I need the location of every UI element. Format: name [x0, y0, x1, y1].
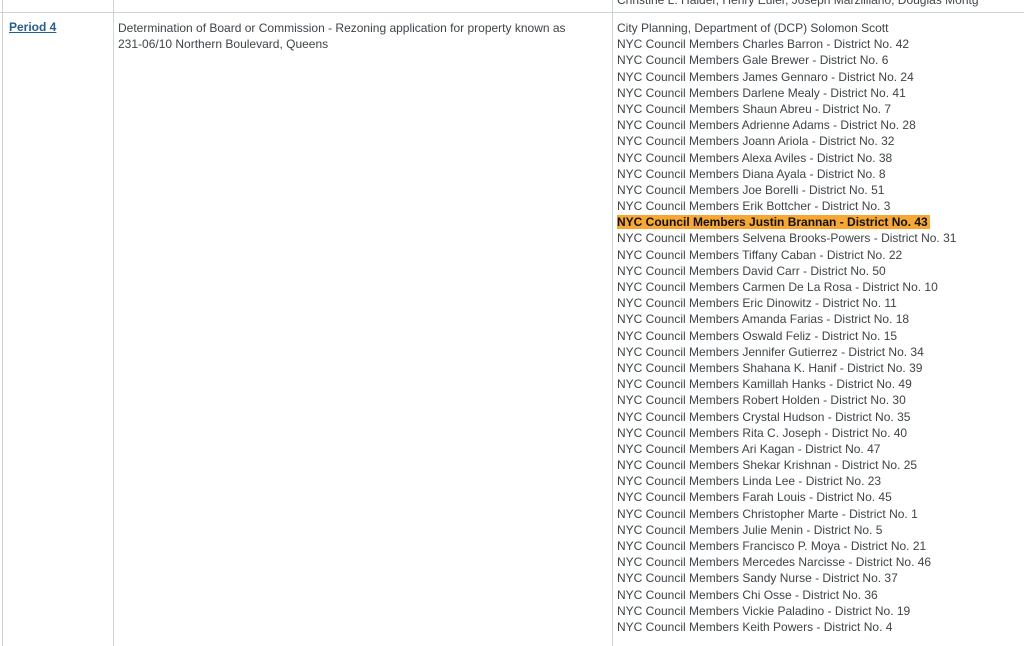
- contact-item: NYC Council Members Joe Borelli - Distri…: [617, 182, 956, 198]
- contact-text: NYC Council Members Shahana K. Hanif - D…: [617, 360, 923, 375]
- contact-item: NYC Council Members Keith Powers - Distr…: [617, 619, 956, 635]
- contact-text: City Planning, Department of (DCP) Solom…: [617, 21, 889, 35]
- contact-item: NYC Council Members Julie Menin - Distri…: [617, 522, 956, 538]
- contact-text: NYC Council Members Selvena Brooks-Power…: [617, 231, 957, 246]
- contact-item: NYC Council Members Sandy Nurse - Distri…: [617, 570, 956, 586]
- contact-text: NYC Council Members Crystal Hudson - Dis…: [617, 409, 911, 424]
- contact-item: NYC Council Members Oswald Feliz - Distr…: [617, 328, 956, 344]
- contact-item: NYC Council Members Farah Louis - Distri…: [617, 489, 956, 505]
- contact-text: NYC Council Members Oswald Feliz - Distr…: [617, 328, 898, 343]
- contact-item: NYC Council Members Mercedes Narcisse - …: [617, 554, 956, 570]
- contact-text: NYC Council Members David Carr - Distric…: [617, 263, 886, 278]
- contact-item: NYC Council Members James Gennaro - Dist…: [617, 69, 956, 85]
- contact-text: NYC Council Members Farah Louis - Distri…: [617, 490, 892, 505]
- contact-item: NYC Council Members Ari Kagan - District…: [617, 441, 956, 457]
- period-link[interactable]: Period 4: [9, 19, 56, 35]
- contact-item: NYC Council Members Diana Ayala - Distri…: [617, 166, 956, 182]
- contact-item: NYC Council Members Tiffany Caban - Dist…: [617, 247, 956, 263]
- row-divider: [0, 12, 1024, 13]
- previous-row-contacts: Christine L. Halder, Henry Euler, Joseph…: [617, 0, 979, 7]
- contact-text: NYC Council Members Sandy Nurse - Distri…: [617, 571, 898, 586]
- contact-text: NYC Council Members Jennifer Gutierrez -…: [617, 344, 924, 359]
- contact-text: NYC Council Members Joann Ariola - Distr…: [617, 134, 895, 149]
- contact-text: NYC Council Members Linda Lee - District…: [617, 474, 882, 489]
- contact-text: NYC Council Members Julie Menin - Distri…: [617, 522, 883, 537]
- results-table: Christine L. Halder, Henry Euler, Joseph…: [0, 0, 1024, 646]
- contact-text: NYC Council Members James Gennaro - Dist…: [617, 69, 914, 84]
- contact-text: NYC Council Members Alexa Aviles - Distr…: [617, 150, 893, 165]
- contact-item: NYC Council Members Vickie Paladino - Di…: [617, 603, 956, 619]
- contact-item: NYC Council Members Adrienne Adams - Dis…: [617, 117, 956, 133]
- contact-text: NYC Council Members Shekar Krishnan - Di…: [617, 458, 918, 473]
- contact-text: NYC Council Members Darlene Mealy - Dist…: [617, 85, 906, 100]
- table-left-border: [2, 0, 3, 646]
- contact-item: NYC Council Members Carmen De La Rosa - …: [617, 279, 956, 295]
- contact-text: NYC Council Members Adrienne Adams - Dis…: [617, 118, 916, 133]
- contact-text: NYC Council Members Eric Dinowitz - Dist…: [617, 296, 897, 311]
- contact-item: NYC Council Members Darlene Mealy - Dist…: [617, 85, 956, 101]
- contact-item: NYC Council Members Charles Barron - Dis…: [617, 36, 956, 52]
- contact-text: NYC Council Members Mercedes Narcisse - …: [617, 555, 932, 570]
- contact-text: NYC Council Members Erik Bottcher - Dist…: [617, 199, 891, 214]
- contact-item: NYC Council Members Francisco P. Moya - …: [617, 538, 956, 554]
- contact-item: NYC Council Members Robert Holden - Dist…: [617, 392, 956, 408]
- contact-item: NYC Council Members Gale Brewer - Distri…: [617, 52, 956, 68]
- contact-item: NYC Council Members Rita C. Joseph - Dis…: [617, 425, 956, 441]
- contact-text: NYC Council Members Shaun Abreu - Distri…: [617, 101, 892, 116]
- contact-text: NYC Council Members Tiffany Caban - Dist…: [617, 247, 903, 262]
- contact-text: NYC Council Members Keith Powers - Distr…: [617, 619, 893, 634]
- contact-item: NYC Council Members Selvena Brooks-Power…: [617, 230, 956, 246]
- column-divider-description: [612, 0, 613, 646]
- contact-text: NYC Council Members Kamillah Hanks - Dis…: [617, 377, 912, 392]
- contact-text: NYC Council Members Charles Barron - Dis…: [617, 37, 910, 52]
- contact-item: NYC Council Members David Carr - Distric…: [617, 263, 956, 279]
- contact-text: NYC Council Members Vickie Paladino - Di…: [617, 603, 911, 618]
- contacts-list: City Planning, Department of (DCP) Solom…: [617, 20, 956, 635]
- contact-text: NYC Council Members Justin Brannan - Dis…: [617, 215, 930, 230]
- contact-item: City Planning, Department of (DCP) Solom…: [617, 20, 956, 36]
- contact-text: NYC Council Members Francisco P. Moya - …: [617, 539, 927, 553]
- contact-text: NYC Council Members Carmen De La Rosa - …: [617, 280, 938, 294]
- item-description: Determination of Board or Commission - R…: [118, 21, 566, 51]
- contact-item: NYC Council Members Erik Bottcher - Dist…: [617, 198, 956, 214]
- contact-text: NYC Council Members Diana Ayala - Distri…: [617, 166, 886, 181]
- contact-item-highlighted: NYC Council Members Justin Brannan - Dis…: [617, 214, 956, 230]
- contact-item: NYC Council Members Shahana K. Hanif - D…: [617, 360, 956, 376]
- contact-text: NYC Council Members Christopher Marte - …: [617, 506, 918, 521]
- contact-item: NYC Council Members Kamillah Hanks - Dis…: [617, 376, 956, 392]
- contact-item: NYC Council Members Jennifer Gutierrez -…: [617, 344, 956, 360]
- contact-text: NYC Council Members Rita C. Joseph - Dis…: [617, 425, 908, 440]
- contact-text: NYC Council Members Amanda Farias - Dist…: [617, 312, 910, 327]
- contact-item: NYC Council Members Christopher Marte - …: [617, 506, 956, 522]
- contact-text: NYC Council Members Joe Borelli - Distri…: [617, 182, 885, 197]
- contact-item: NYC Council Members Joann Ariola - Distr…: [617, 133, 956, 149]
- contact-item: NYC Council Members Eric Dinowitz - Dist…: [617, 295, 956, 311]
- contact-text: NYC Council Members Robert Holden - Dist…: [617, 393, 906, 408]
- contact-item: NYC Council Members Linda Lee - District…: [617, 473, 956, 489]
- contact-text: NYC Council Members Ari Kagan - District…: [617, 441, 881, 456]
- contact-item: NYC Council Members Alexa Aviles - Distr…: [617, 150, 956, 166]
- contact-text: NYC Council Members Chi Osse - District …: [617, 587, 878, 602]
- contact-item: NYC Council Members Crystal Hudson - Dis…: [617, 409, 956, 425]
- contact-text: NYC Council Members Gale Brewer - Distri…: [617, 53, 889, 68]
- column-divider-period: [113, 0, 114, 646]
- contact-item: NYC Council Members Shekar Krishnan - Di…: [617, 457, 956, 473]
- contact-item: NYC Council Members Chi Osse - District …: [617, 587, 956, 603]
- contact-item: NYC Council Members Shaun Abreu - Distri…: [617, 101, 956, 117]
- contact-item: NYC Council Members Amanda Farias - Dist…: [617, 311, 956, 327]
